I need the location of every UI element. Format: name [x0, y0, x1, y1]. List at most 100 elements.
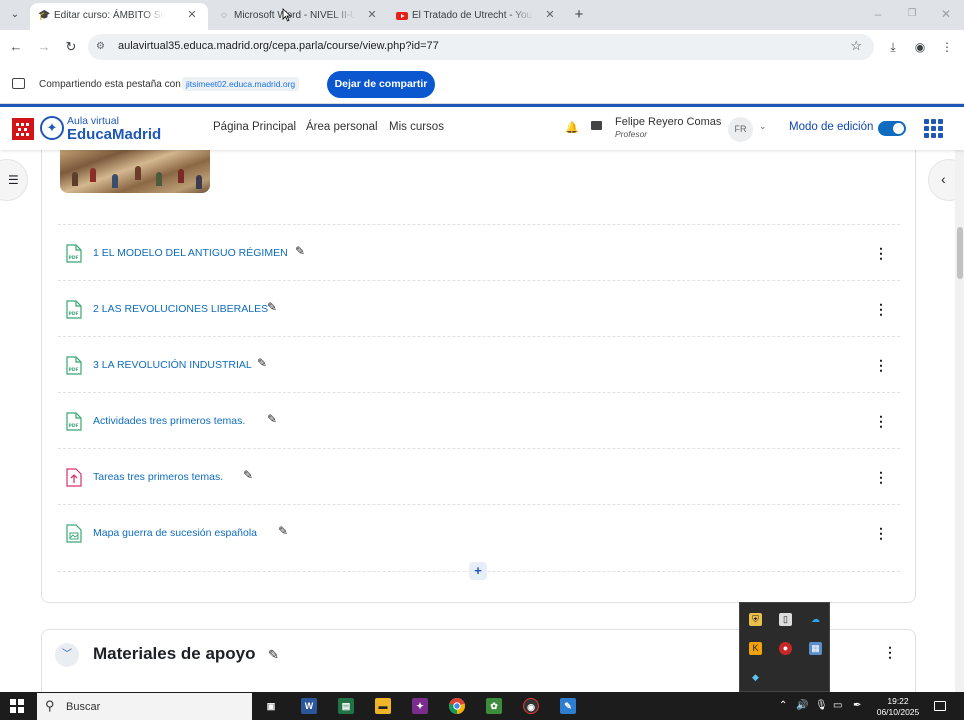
paint-app-icon[interactable]: ✎ — [560, 698, 576, 714]
color-picker-icon[interactable]: ◆ — [749, 671, 762, 684]
add-activity-plus-button[interactable]: + — [469, 562, 487, 580]
moodle-hat-icon: 🎓 — [38, 10, 51, 21]
course-index-drawer-toggle[interactable]: ☰ — [0, 159, 28, 201]
forward-arrow-icon[interactable]: → — [35, 38, 53, 56]
taskbar-search-box[interactable]: ⚲ Buscar — [37, 693, 252, 720]
section-banner-image — [60, 150, 210, 193]
url-text[interactable]: aulavirtual35.educa.madrid.org/cepa.parl… — [118, 40, 439, 52]
calculator-app-icon[interactable]: ▤ — [338, 698, 354, 714]
edit-pencil-icon[interactable]: ✎ — [267, 300, 277, 314]
edit-pencil-icon[interactable]: ✎ — [267, 412, 277, 426]
chrome-browser-icon[interactable] — [449, 698, 465, 714]
apps-grid-icon[interactable] — [924, 119, 943, 138]
section-actions-menu-icon[interactable]: ⋮ — [883, 644, 897, 661]
pdf-icon: PDF — [66, 300, 82, 319]
security-shield-icon[interactable]: ⛨ — [749, 613, 762, 626]
hidden-tray-icons-popup: ⛨ ▯ ☁ K ● ▦ ◆ — [739, 602, 830, 692]
activity-link[interactable]: Mapa guerra de sucesión española — [93, 527, 257, 539]
download-icon[interactable]: ⤓ — [884, 38, 902, 56]
file-explorer-icon[interactable]: ▬ — [375, 698, 391, 714]
activity-link[interactable]: 1 EL MODELO DEL ANTIGUO RÉGIMEN — [93, 247, 288, 259]
puzzle-app-icon[interactable]: ✿ — [486, 698, 502, 714]
edit-pencil-icon[interactable]: ✎ — [295, 244, 305, 258]
volume-icon[interactable]: 🔊 — [796, 700, 808, 711]
edit-pencil-icon[interactable]: ✎ — [257, 356, 267, 370]
user-avatar[interactable]: FR — [728, 117, 753, 142]
messages-chat-icon[interactable] — [591, 121, 602, 130]
logo-title[interactable]: EducaMadrid — [67, 126, 161, 143]
minimize-window-icon[interactable]: – — [870, 5, 886, 23]
pen-ink-icon[interactable]: ✒ — [853, 700, 861, 711]
close-window-icon[interactable]: ✕ — [938, 5, 954, 23]
educamadrid-logo-icon[interactable]: ✦ — [40, 116, 64, 140]
tab-youtube[interactable]: El Tratado de Utrecht - YouTube ✕ — [388, 3, 562, 30]
stop-sharing-button[interactable]: Dejar de compartir — [327, 71, 435, 98]
taskbar-clock[interactable]: 19:22 06/10/2025 — [873, 696, 923, 718]
show-hidden-icons-chevron-icon[interactable]: ⌃ — [779, 700, 787, 711]
activity-link[interactable]: Tareas tres primeros temas. — [93, 471, 223, 483]
activity-link[interactable]: 3 LA REVOLUCIÓN INDUSTRIAL — [93, 359, 252, 371]
tab-search-chevron-icon[interactable]: ⌄ — [6, 6, 24, 24]
notification-center-icon[interactable] — [934, 701, 946, 711]
comunidad-madrid-flag-icon[interactable] — [12, 118, 34, 140]
chevron-left-icon: ‹ — [941, 171, 946, 187]
edit-mode-toggle[interactable] — [878, 121, 906, 136]
site-settings-icon[interactable]: ⚙ — [96, 41, 108, 53]
tab-editar-curso[interactable]: 🎓 Editar curso: ÁMBITO SOCIAL ✕ — [30, 3, 208, 30]
activity-link[interactable]: Actividades tres primeros temas. — [93, 415, 245, 427]
activity-row: PDF 1 EL MODELO DEL ANTIGUO RÉGIMEN ✎ ⋮ — [58, 224, 900, 280]
sync-cloud-icon[interactable]: ☁ — [809, 613, 822, 626]
nav-area-personal[interactable]: Área personal — [306, 121, 378, 133]
windows-start-icon[interactable] — [10, 699, 24, 713]
new-tab-plus-icon[interactable]: + — [571, 6, 587, 24]
user-menu-chevron-icon[interactable]: ⌄ — [759, 121, 767, 132]
browser-menu-icon[interactable]: ⋮ — [938, 38, 956, 56]
tab-microsoft-word[interactable]: ◌ Microsoft Word - NIVEL II-UNIDAD ✕ — [210, 3, 388, 30]
activity-actions-menu-icon[interactable]: ⋮ — [874, 412, 888, 430]
nav-mis-cursos[interactable]: Mis cursos — [389, 121, 444, 133]
reload-icon[interactable]: ↻ — [62, 38, 80, 56]
user-role: Profesor — [615, 129, 648, 139]
close-tab-icon[interactable]: ✕ — [186, 3, 198, 28]
activity-link[interactable]: 2 LAS REVOLUCIONES LIBERALES — [93, 303, 268, 315]
pdf-icon: PDF — [66, 356, 82, 375]
activity-actions-menu-icon[interactable]: ⋮ — [874, 524, 888, 542]
usb-drive-icon[interactable]: ▯ — [779, 613, 792, 626]
address-bar[interactable]: ⚙ aulavirtual35.educa.madrid.org/cepa.pa… — [88, 34, 874, 60]
user-name[interactable]: Felipe Reyero Comas — [615, 116, 721, 128]
recorder-icon[interactable]: ● — [779, 642, 792, 655]
activity-actions-menu-icon[interactable]: ⋮ — [874, 356, 888, 374]
pdf-icon: PDF — [66, 412, 82, 431]
section-title[interactable]: Materiales de apoyo — [93, 644, 256, 664]
activity-actions-menu-icon[interactable]: ⋮ — [874, 300, 888, 318]
notifications-bell-icon[interactable]: 🔔 — [565, 121, 579, 134]
list-index-icon: ☰ — [8, 173, 19, 187]
close-tab-icon[interactable]: ✕ — [366, 3, 378, 28]
assignment-upload-icon — [66, 468, 82, 487]
edit-mode-label: Modo de edición — [789, 121, 874, 133]
close-tab-icon[interactable]: ✕ — [544, 3, 556, 28]
edit-pencil-icon[interactable]: ✎ — [243, 468, 253, 482]
task-view-icon[interactable]: ▣ — [263, 698, 279, 714]
youtube-icon — [396, 10, 408, 22]
loading-spinner-icon: ◌ — [221, 10, 227, 21]
nav-pagina-principal[interactable]: Página Principal — [213, 121, 296, 133]
search-placeholder: Buscar — [66, 701, 101, 713]
back-arrow-icon[interactable]: ← — [7, 38, 25, 56]
word-app-icon[interactable]: W — [301, 698, 317, 714]
network-monitor-icon[interactable]: ▦ — [809, 642, 822, 655]
media-app-icon[interactable]: ✦ — [412, 698, 428, 714]
microphone-icon[interactable]: 🎙 — [815, 700, 828, 711]
network-icon[interactable]: ▭ — [833, 700, 842, 711]
activity-actions-menu-icon[interactable]: ⋮ — [874, 468, 888, 486]
activity-actions-menu-icon[interactable]: ⋮ — [874, 244, 888, 262]
restore-window-icon[interactable]: ❐ — [904, 5, 920, 23]
scrollbar-thumb[interactable] — [957, 227, 963, 279]
profile-icon[interactable]: ◉ — [911, 38, 929, 56]
bookmark-star-icon[interactable]: ☆ — [850, 38, 862, 54]
section-collapse-chevron-icon[interactable]: ﹀ — [55, 643, 79, 667]
edit-pencil-icon[interactable]: ✎ — [268, 647, 279, 663]
k-app-icon[interactable]: K — [749, 642, 762, 655]
edit-pencil-icon[interactable]: ✎ — [278, 524, 288, 538]
screen-recorder-icon[interactable]: ◉ — [523, 698, 539, 714]
